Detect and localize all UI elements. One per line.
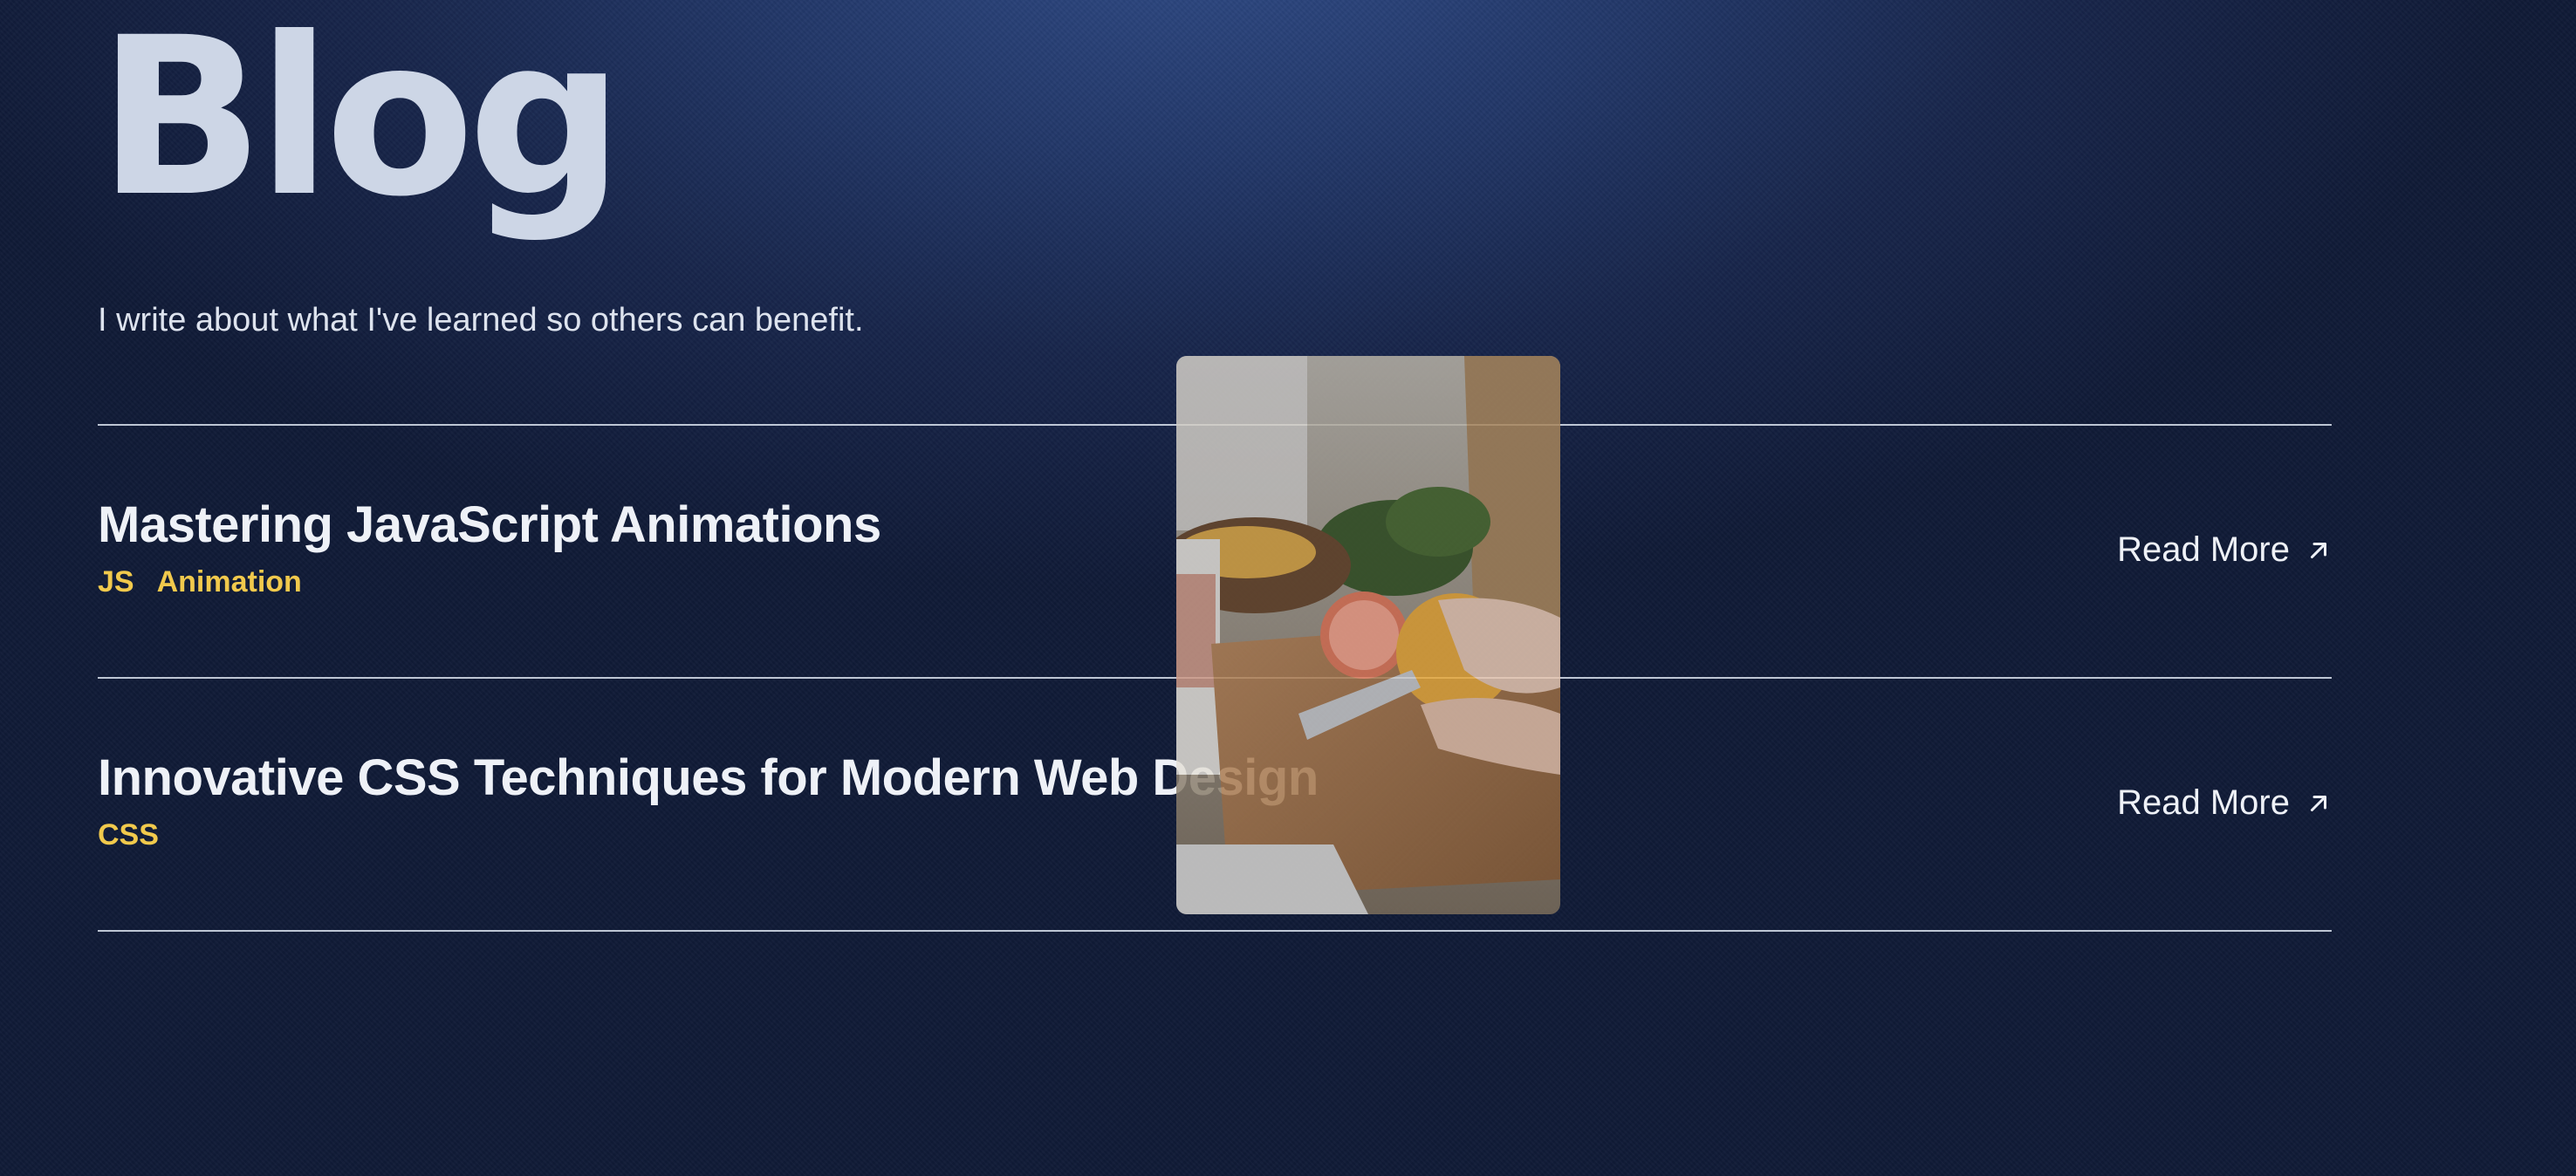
divider <box>98 930 2332 932</box>
food-photo-image <box>1176 356 1560 914</box>
post-tags: CSS <box>98 818 159 852</box>
read-more-label: Read More <box>2117 783 2290 822</box>
tag-js[interactable]: JS <box>98 565 134 599</box>
read-more-label: Read More <box>2117 530 2290 569</box>
post-preview-image <box>1176 356 1560 914</box>
post-tags: JS Animation <box>98 565 302 599</box>
read-more-link[interactable]: Read More <box>2117 530 2332 570</box>
tag-css[interactable]: CSS <box>98 818 159 852</box>
tag-animation[interactable]: Animation <box>157 565 302 599</box>
arrow-up-right-icon <box>2311 795 2326 811</box>
page-subtitle: I write about what I've learned so other… <box>98 302 864 338</box>
blog-page: Blog I write about what I've learned so … <box>98 0 2332 1176</box>
arrow-up-right-icon <box>2311 542 2326 558</box>
page-title: Blog <box>98 0 624 244</box>
post-title[interactable]: Mastering JavaScript Animations <box>98 496 881 554</box>
post-title[interactable]: Innovative CSS Techniques for Modern Web… <box>98 749 1319 807</box>
read-more-link[interactable]: Read More <box>2117 783 2332 823</box>
